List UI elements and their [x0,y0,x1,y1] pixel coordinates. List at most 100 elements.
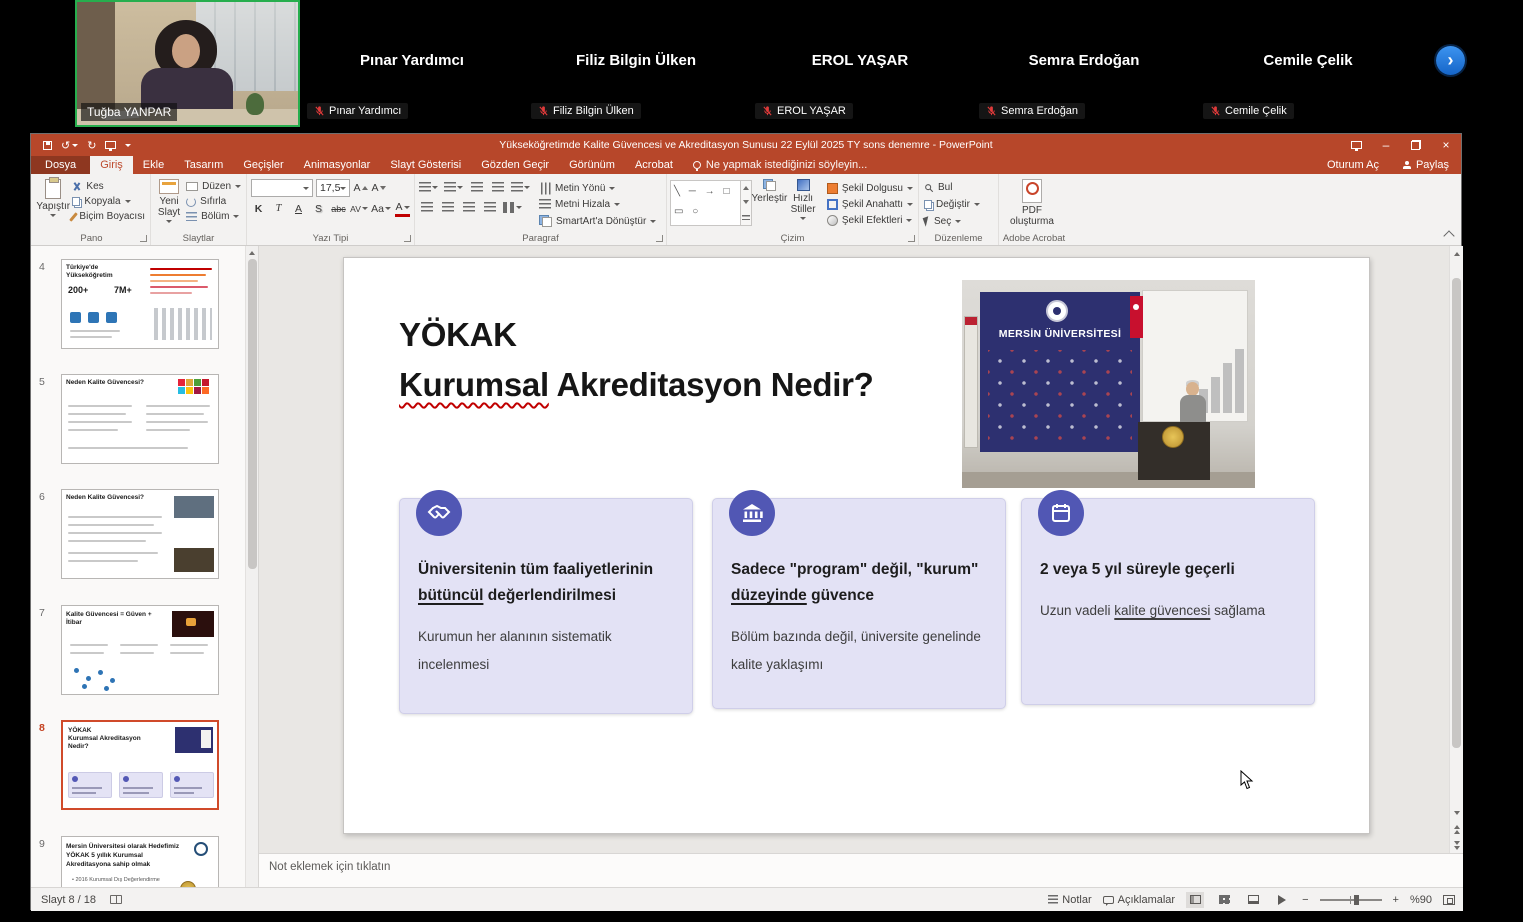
previous-slide-button[interactable] [1450,821,1464,837]
new-slide-button[interactable]: Yeni Slayt [154,176,184,233]
start-slideshow-icon[interactable] [105,141,116,149]
font-size-input[interactable]: 17,5 [316,179,350,197]
presentation-display-icon[interactable] [1341,134,1371,156]
share-button[interactable]: Paylaş [1391,156,1461,174]
tab-view[interactable]: Görünüm [559,156,625,174]
collapse-ribbon-icon[interactable] [1443,230,1454,241]
cut-button[interactable]: Kes [70,180,147,193]
replace-button[interactable]: Değiştir [922,198,995,211]
reset-button[interactable]: Sıfırla [184,195,243,208]
convert-smartart-button[interactable]: SmartArt'a Dönüştür [537,214,658,228]
line-spacing-button[interactable] [511,179,530,196]
sign-in-button[interactable]: Oturum Aç [1315,156,1391,174]
zoom-in-button[interactable]: + [1393,894,1399,906]
text-shadow-button[interactable]: S [311,200,326,217]
drawing-dialog-launcher[interactable] [908,235,915,242]
tab-insert[interactable]: Ekle [133,156,174,174]
participant-tile[interactable]: Filiz Bilgin Ülken Filiz Bilgin Ülken [524,0,748,127]
slide-title-textbox[interactable]: YÖKAK Kurumsal Akreditasyon Nedir? [399,310,874,410]
tab-home[interactable]: Giriş [90,156,133,174]
align-text-button[interactable]: Metni Hizala [537,198,658,211]
shapes-gallery[interactable]: ╲ ─ → □ ▭ ○ △ ▽ ◇ ☆ ∩ ∪ [670,180,741,226]
redo-icon[interactable]: ↻ [87,139,96,152]
tab-slideshow[interactable]: Slayt Gösterisi [380,156,471,174]
participant-tile[interactable]: EROL YAŞAR EROL YAŞAR [748,0,972,127]
layout-button[interactable]: Düzen [184,180,243,193]
align-left-button[interactable] [419,199,434,216]
slide-thumbnail-6[interactable]: Neden Kalite Güvencesi? [61,489,219,579]
quick-styles-button[interactable]: Hızlı Stiller [787,176,819,233]
zoom-out-button[interactable]: − [1302,894,1308,906]
tell-me-box[interactable]: Ne yapmak istediğinizi söyleyin... [693,156,867,174]
tab-review[interactable]: Gözden Geçir [471,156,559,174]
slideshow-view-button[interactable] [1273,892,1291,908]
zoom-slider-thumb[interactable] [1354,895,1359,905]
slide-thumbnail-5[interactable]: Neden Kalite Güvencesi? [61,374,219,464]
paragraph-dialog-launcher[interactable] [656,235,663,242]
speaker-video-tile[interactable]: Tuğba YANPAR [75,0,300,127]
participant-tile[interactable]: Pınar Yardımcı Pınar Yardımcı [300,0,524,127]
shrink-font-button[interactable]: A [371,180,386,197]
font-color-button[interactable]: A [395,200,410,217]
font-dialog-launcher[interactable] [404,235,411,242]
grow-font-button[interactable]: A [353,180,368,197]
tab-transitions[interactable]: Geçişler [233,156,293,174]
card-validity-period[interactable]: 2 veya 5 yıl süreyle geçerli Uzun vadeli… [1021,498,1315,705]
panel-scrollbar[interactable] [245,246,258,887]
bold-button[interactable]: K [251,200,266,217]
fit-slide-to-window-icon[interactable] [1443,895,1455,905]
format-painter-button[interactable]: Biçim Boyacısı [70,210,147,223]
select-button[interactable]: Seç [922,215,995,228]
columns-button[interactable] [503,199,522,216]
scroll-up-button[interactable] [1450,246,1464,262]
zoom-slider[interactable] [1320,899,1382,901]
scrollbar-track[interactable] [1450,262,1463,805]
create-pdf-button[interactable]: PDF oluşturma [1002,176,1062,227]
align-right-button[interactable] [461,199,476,216]
card-holistic-evaluation[interactable]: Üniversitenin tüm faaliyetlerinin bütünc… [399,498,693,714]
shape-fill-button[interactable]: Şekil Dolgusu [825,182,915,195]
comments-toggle-button[interactable]: Açıklamalar [1103,894,1175,906]
reading-view-button[interactable] [1244,892,1262,908]
save-icon[interactable] [43,141,52,150]
section-button[interactable]: Bölüm [184,210,243,223]
normal-view-button[interactable] [1186,892,1204,908]
next-participants-button[interactable]: › [1436,46,1465,75]
italic-button[interactable]: T [271,200,286,217]
tab-acrobat[interactable]: Acrobat [625,156,683,174]
character-spacing-button[interactable]: AV [351,200,367,217]
underline-button[interactable]: A [291,200,306,217]
zoom-level[interactable]: %90 [1410,894,1432,906]
slide-photo[interactable]: MERSİN ÜNİVERSİTESİ [962,280,1255,488]
slide-thumbnail-9[interactable]: Mersin Üniversitesi olarak Hedefimiz YÖK… [61,836,219,887]
customize-qat-icon[interactable] [125,144,131,147]
shape-effects-button[interactable]: Şekil Efektleri [825,214,915,227]
slide-indicator[interactable]: Slayt 8 / 18 [41,894,96,906]
justify-button[interactable] [482,199,497,216]
find-button[interactable]: Bul [922,181,995,194]
next-slide-button[interactable] [1450,837,1464,853]
slide-thumbnail-8-selected[interactable]: YÖKAK Kurumsal Akreditasyon Nedir? [61,720,219,810]
scrollbar-thumb[interactable] [1452,278,1461,748]
notes-toggle-button[interactable]: Notlar [1048,894,1091,906]
participant-tile[interactable]: Cemile Çelik Cemile Çelik [1196,0,1420,127]
slide-canvas[interactable]: YÖKAK Kurumsal Akreditasyon Nedir? MERSİ… [343,257,1370,834]
slide-thumbnail-4[interactable]: Türkiye'de Yükseköğretim 200+ 7M+ [61,259,219,349]
restore-button[interactable] [1401,134,1431,156]
tab-file[interactable]: Dosya [31,156,90,174]
slide-thumbnail-7[interactable]: Kalite Güvencesi = Güven + İtibar [61,605,219,695]
notes-pane[interactable]: Not eklemek için tıklatın [259,853,1463,887]
strikethrough-button[interactable]: abc [331,200,346,217]
close-button[interactable]: × [1431,134,1461,156]
minimize-button[interactable]: – [1371,134,1401,156]
copy-button[interactable]: Kopyala [70,195,147,208]
editing-scrollbar[interactable] [1449,246,1463,853]
arrange-button[interactable]: Yerleştir [752,176,788,233]
increase-indent-button[interactable] [490,179,505,196]
shapes-gallery-scroll[interactable] [741,180,751,226]
scroll-down-button[interactable] [1450,805,1464,821]
tab-animations[interactable]: Animasyonlar [294,156,381,174]
paste-button[interactable]: Yapıştır [36,176,70,233]
numbering-button[interactable] [444,179,463,196]
clipboard-dialog-launcher[interactable] [140,235,147,242]
